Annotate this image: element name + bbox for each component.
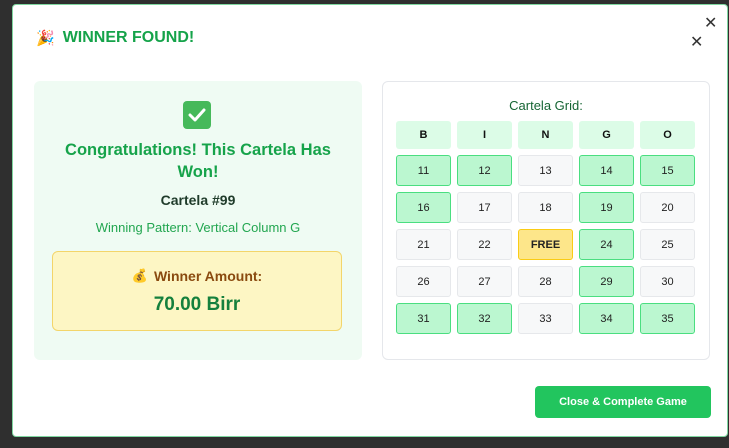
close-icon[interactable]: ✕ bbox=[704, 15, 717, 31]
grid-cell: 18 bbox=[518, 192, 573, 223]
grid-cell: 34 bbox=[579, 303, 634, 334]
close-complete-game-button[interactable]: Close & Complete Game bbox=[535, 386, 711, 418]
modal-header: 🎉 WINNER FOUND! bbox=[36, 29, 194, 47]
winner-amount-label-row: 💰 Winner Amount: bbox=[53, 268, 341, 284]
bingo-grid: B I N G O 11 12 13 14 15 16 17 18 19 20 21 22 FREE 24 25 26 2… bbox=[396, 121, 695, 340]
grid-cell: 24 bbox=[579, 229, 634, 260]
winner-info-panel: Congratulations! This Cartela Has Won! C… bbox=[34, 81, 362, 360]
grid-cell: 29 bbox=[579, 266, 634, 297]
grid-cell: 11 bbox=[396, 155, 451, 186]
grid-cell: 22 bbox=[457, 229, 512, 260]
grid-cell: 33 bbox=[518, 303, 573, 334]
grid-cell: 12 bbox=[457, 155, 512, 186]
free-cell: FREE bbox=[518, 229, 573, 260]
grid-cell: 13 bbox=[518, 155, 573, 186]
grid-cell: 28 bbox=[518, 266, 573, 297]
cartela-grid-panel: Cartela Grid: B I N G O 11 12 13 14 15 16 17 18 19 20 2… bbox=[382, 81, 710, 360]
grid-cell: 21 bbox=[396, 229, 451, 260]
money-bag-icon: 💰 bbox=[131, 268, 148, 283]
grid-header-b: B bbox=[396, 121, 451, 149]
grid-cell: 30 bbox=[640, 266, 695, 297]
grid-header-n: N bbox=[518, 121, 573, 149]
grid-cell: 20 bbox=[640, 192, 695, 223]
grid-cell: 19 bbox=[579, 192, 634, 223]
grid-cell: 14 bbox=[579, 155, 634, 186]
grid-cell: 32 bbox=[457, 303, 512, 334]
grid-cell: 25 bbox=[640, 229, 695, 260]
modal-title: WINNER FOUND! bbox=[62, 29, 195, 46]
grid-header-i: I bbox=[457, 121, 512, 149]
grid-cell: 17 bbox=[457, 192, 512, 223]
grid-header-g: G bbox=[579, 121, 634, 149]
congratulations-heading: Congratulations! This Cartela Has Won! bbox=[65, 141, 331, 181]
check-mark-icon bbox=[183, 101, 211, 129]
grid-cell: 16 bbox=[396, 192, 451, 223]
winner-modal: 🎉 WINNER FOUND! ✕ ✕ Congratulations! Thi… bbox=[12, 4, 728, 437]
winning-pattern: Winning Pattern: Vertical Column G bbox=[95, 220, 301, 235]
grid-title: Cartela Grid: bbox=[509, 98, 583, 113]
winner-amount-label: Winner Amount: bbox=[153, 268, 263, 284]
grid-cell: 27 bbox=[457, 266, 512, 297]
close-modal-icon[interactable]: ✕ bbox=[690, 34, 703, 50]
grid-cell: 26 bbox=[396, 266, 451, 297]
grid-cell: 15 bbox=[640, 155, 695, 186]
cartela-number: Cartela #99 bbox=[160, 192, 236, 208]
grid-cell: 31 bbox=[396, 303, 451, 334]
party-popper-icon: 🎉 bbox=[36, 29, 55, 47]
grid-cell: 35 bbox=[640, 303, 695, 334]
grid-header-o: O bbox=[640, 121, 695, 149]
winner-amount-value: 70.00 Birr bbox=[153, 294, 241, 315]
winner-amount-box: 💰 Winner Amount: 70.00 Birr bbox=[52, 251, 342, 331]
